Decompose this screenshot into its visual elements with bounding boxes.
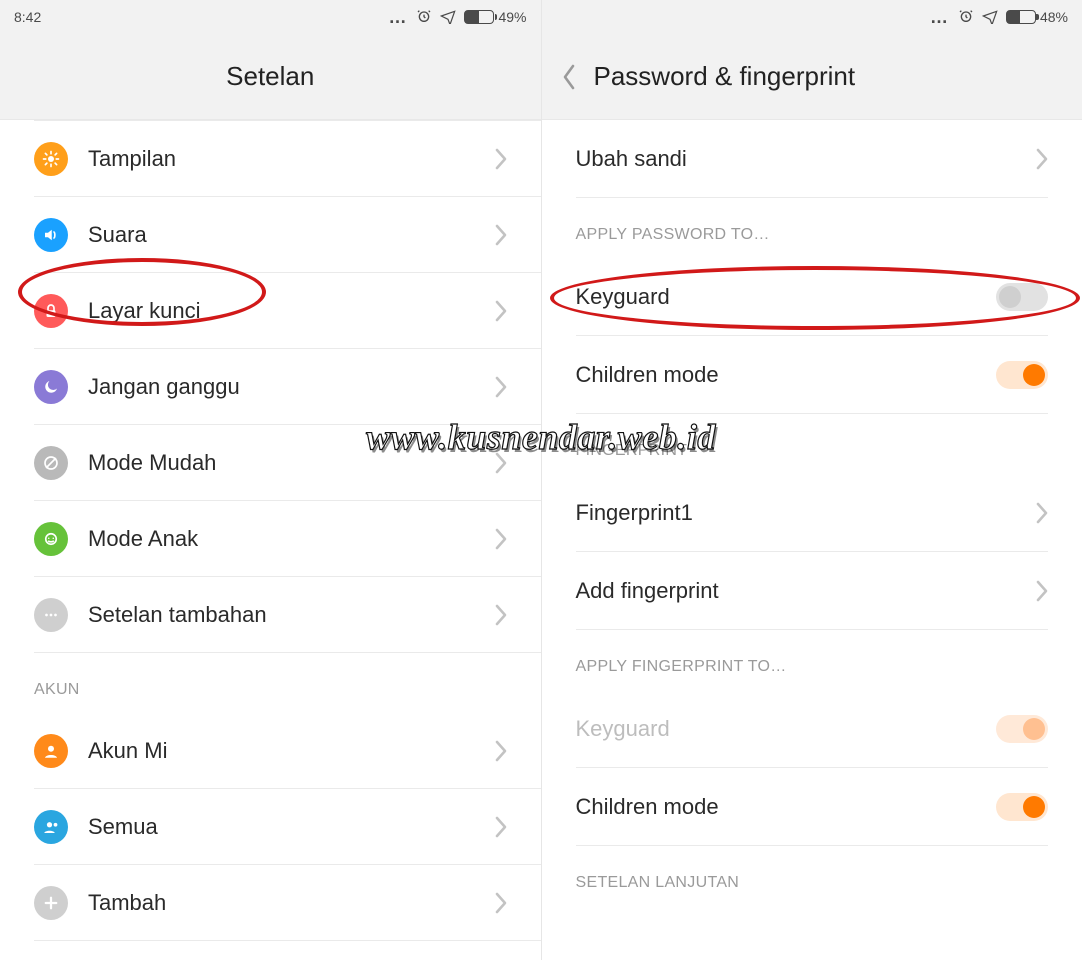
row-label: Jangan ganggu bbox=[88, 374, 495, 400]
chevron-right-icon bbox=[495, 528, 507, 550]
settings-row[interactable]: Mode Anak bbox=[34, 501, 541, 577]
signal-dots-icon: … bbox=[388, 7, 408, 28]
toggle-keyguard-fingerprint[interactable] bbox=[996, 715, 1048, 743]
section-advanced: SETELAN LANJUTAN bbox=[576, 846, 1049, 922]
section-account: AKUN bbox=[34, 653, 541, 713]
chevron-right-icon bbox=[495, 604, 507, 626]
account-row[interactable]: Tambah bbox=[34, 865, 541, 941]
back-button[interactable] bbox=[562, 64, 576, 90]
row-label: Keyguard bbox=[576, 716, 997, 742]
left-screenshot: 8:42 … 49% Setelan TampilanSuaraLay bbox=[0, 0, 542, 960]
alarm-icon bbox=[958, 8, 974, 27]
battery-pct: 48% bbox=[1040, 9, 1068, 25]
signal-dots-icon: … bbox=[930, 7, 950, 28]
page-title: Password & fingerprint bbox=[594, 61, 856, 92]
row-label: Children mode bbox=[576, 794, 997, 820]
row-fingerprint-1[interactable]: Fingerprint1 bbox=[576, 474, 1049, 552]
settings-row[interactable]: Suara bbox=[34, 197, 541, 273]
more-icon bbox=[34, 598, 68, 632]
lock-icon bbox=[34, 294, 68, 328]
page-title: Setelan bbox=[226, 61, 314, 92]
chevron-right-icon bbox=[495, 740, 507, 762]
row-label: Mode Mudah bbox=[88, 450, 495, 476]
status-bar: … 48% bbox=[542, 0, 1082, 34]
toggle-children-fingerprint[interactable] bbox=[996, 793, 1048, 821]
airplane-icon bbox=[982, 8, 998, 27]
row-label: Children mode bbox=[576, 362, 997, 388]
titlebar: Setelan bbox=[0, 34, 541, 120]
chevron-right-icon bbox=[495, 300, 507, 322]
titlebar: Password & fingerprint bbox=[542, 34, 1082, 120]
chevron-right-icon bbox=[1036, 502, 1048, 524]
status-bar: 8:42 … 49% bbox=[0, 0, 541, 34]
status-time: 8:42 bbox=[14, 9, 41, 25]
row-label: Keyguard bbox=[576, 284, 997, 310]
row-keyguard-fingerprint[interactable]: Keyguard bbox=[576, 690, 1049, 768]
row-label: Ubah sandi bbox=[576, 146, 1037, 172]
battery-pct: 49% bbox=[498, 9, 526, 25]
row-label: Tambah bbox=[88, 890, 495, 916]
settings-row[interactable]: Layar kunci bbox=[34, 273, 541, 349]
airplane-icon bbox=[440, 8, 456, 27]
alarm-icon bbox=[416, 8, 432, 27]
volume-icon bbox=[34, 218, 68, 252]
chevron-right-icon bbox=[1036, 580, 1048, 602]
people-icon bbox=[34, 810, 68, 844]
row-change-password[interactable]: Ubah sandi bbox=[576, 120, 1049, 198]
row-add-fingerprint[interactable]: Add fingerprint bbox=[576, 552, 1049, 630]
battery-indicator: 48% bbox=[1006, 9, 1068, 25]
row-keyguard-password[interactable]: Keyguard bbox=[576, 258, 1049, 336]
chevron-right-icon bbox=[495, 148, 507, 170]
chevron-right-icon bbox=[1036, 148, 1048, 170]
row-label: Tampilan bbox=[88, 146, 495, 172]
row-label: Mode Anak bbox=[88, 526, 495, 552]
settings-row[interactable]: Setelan tambahan bbox=[34, 577, 541, 653]
row-label: Fingerprint1 bbox=[576, 500, 1037, 526]
settings-list: Tampilan Suara Layar kunci Jangan ganggu Mod… bbox=[0, 120, 541, 941]
settings-row[interactable]: Tampilan bbox=[34, 121, 541, 197]
row-label: Layar kunci bbox=[88, 298, 495, 324]
account-row[interactable]: Akun Mi bbox=[34, 713, 541, 789]
toggle-children-password[interactable] bbox=[996, 361, 1048, 389]
row-label: Setelan tambahan bbox=[88, 602, 495, 628]
pwfp-list: Ubah sandi APPLY PASSWORD TO… Keyguard C… bbox=[542, 120, 1082, 922]
display-icon bbox=[34, 142, 68, 176]
battery-indicator: 49% bbox=[464, 9, 526, 25]
row-label: Add fingerprint bbox=[576, 578, 1037, 604]
plus-icon bbox=[34, 886, 68, 920]
chevron-right-icon bbox=[495, 892, 507, 914]
section-apply-fingerprint: APPLY FINGERPRINT TO… bbox=[576, 630, 1049, 690]
toggle-keyguard-password[interactable] bbox=[996, 283, 1048, 311]
child-icon bbox=[34, 522, 68, 556]
chevron-right-icon bbox=[495, 376, 507, 398]
settings-row[interactable]: Jangan ganggu bbox=[34, 349, 541, 425]
chevron-right-icon bbox=[495, 224, 507, 246]
right-screenshot: … 48% Password & fingerprint bbox=[542, 0, 1082, 960]
chevron-right-icon bbox=[495, 452, 507, 474]
section-apply-password: APPLY PASSWORD TO… bbox=[576, 198, 1049, 258]
row-children-fingerprint[interactable]: Children mode bbox=[576, 768, 1049, 846]
settings-row[interactable]: Mode Mudah bbox=[34, 425, 541, 501]
chevron-right-icon bbox=[495, 816, 507, 838]
row-children-password[interactable]: Children mode bbox=[576, 336, 1049, 414]
row-label: Akun Mi bbox=[88, 738, 495, 764]
moon-icon bbox=[34, 370, 68, 404]
row-label: Suara bbox=[88, 222, 495, 248]
mi-icon bbox=[34, 734, 68, 768]
account-row[interactable]: Semua bbox=[34, 789, 541, 865]
row-label: Semua bbox=[88, 814, 495, 840]
nohand-icon bbox=[34, 446, 68, 480]
section-fingerprint: FINGERPRINT bbox=[576, 414, 1049, 474]
